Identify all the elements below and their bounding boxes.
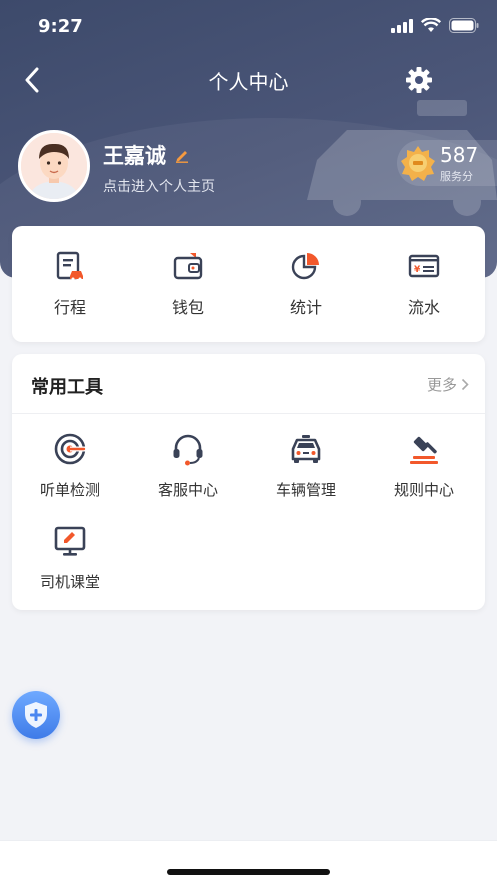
common-tools-card: 常用工具 更多 听单检测 客服中心 车辆管理 规则中心 司机课堂	[12, 354, 485, 610]
quick-item-label: 钱包	[171, 298, 204, 317]
wallet-icon	[173, 253, 203, 280]
bottom-bar	[0, 840, 497, 883]
profile-link-text[interactable]: 点击进入个人主页	[103, 176, 215, 196]
tool-item-label: 听单检测	[39, 481, 100, 499]
service-score[interactable]: 587 服务分	[397, 140, 497, 186]
quick-item-bill[interactable]: ¥ 流水	[369, 250, 479, 318]
battery-icon	[449, 18, 479, 33]
settings-button[interactable]	[401, 62, 437, 98]
gavel-icon	[410, 436, 438, 464]
status-time: 9:27	[38, 16, 83, 37]
quick-item-label: 行程	[53, 298, 86, 317]
car-icon	[291, 435, 321, 463]
quick-item-trip[interactable]: 行程	[15, 250, 125, 318]
tools-title: 常用工具	[31, 377, 103, 398]
score-label: 服务分	[440, 170, 473, 183]
edit-pencil-icon[interactable]	[174, 147, 190, 163]
tool-item-label: 车辆管理	[275, 481, 336, 499]
home-indicator[interactable]	[167, 869, 330, 875]
tool-item-service-center[interactable]: 客服中心	[131, 432, 245, 500]
tool-item-label: 司机课堂	[39, 573, 100, 591]
classroom-icon	[54, 526, 86, 556]
tool-item-label: 客服中心	[157, 481, 218, 499]
tool-item-order-check[interactable]: 听单检测	[13, 432, 127, 500]
tool-item-label: 规则中心	[393, 481, 454, 499]
nav-bar: 个人中心	[0, 58, 497, 102]
quick-item-label: 统计	[289, 298, 322, 317]
tool-item-driver-class[interactable]: 司机课堂	[13, 524, 127, 592]
pie-chart-icon	[291, 253, 319, 280]
user-name: 王嘉诚	[103, 144, 166, 168]
shield-plus-icon	[25, 702, 47, 728]
status-bar: 9:27	[0, 0, 497, 54]
signal-icon	[391, 18, 413, 33]
more-tools-link[interactable]: 更多	[427, 374, 469, 395]
user-name-row[interactable]: 王嘉诚	[103, 140, 190, 170]
score-value: 587	[440, 143, 479, 167]
headset-icon	[173, 434, 203, 466]
target-icon	[54, 433, 86, 465]
quick-item-stats[interactable]: 统计	[251, 250, 361, 318]
gear-icon	[406, 67, 432, 93]
safety-shield-button[interactable]	[12, 691, 60, 739]
tool-item-rules[interactable]: 规则中心	[367, 432, 481, 500]
quick-item-wallet[interactable]: 钱包	[133, 250, 243, 318]
bill-icon: ¥	[408, 254, 440, 278]
tools-header: 常用工具 更多	[12, 354, 485, 414]
wifi-icon	[421, 18, 441, 32]
more-label: 更多	[426, 376, 457, 394]
status-icons	[391, 18, 479, 33]
svg-text:¥: ¥	[414, 265, 421, 275]
quick-item-label: 流水	[407, 298, 440, 317]
avatar[interactable]	[18, 130, 90, 202]
avatar-illustration-icon	[21, 133, 87, 199]
chevron-right-icon	[461, 378, 469, 391]
trip-doc-icon	[56, 251, 83, 281]
tool-item-vehicle[interactable]: 车辆管理	[249, 432, 363, 500]
score-badge-icon	[401, 146, 435, 181]
quick-actions-card: 行程 钱包 统计 ¥ 流水	[12, 226, 485, 342]
